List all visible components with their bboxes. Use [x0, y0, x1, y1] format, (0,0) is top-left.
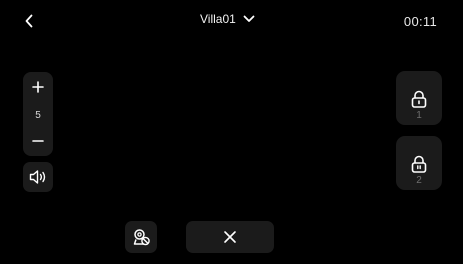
chevron-left-icon — [25, 14, 33, 28]
minus-icon — [32, 140, 44, 142]
lock-number: 1 — [416, 110, 422, 121]
back-button[interactable] — [20, 11, 38, 31]
lock-icon — [411, 90, 427, 108]
close-icon — [224, 231, 236, 243]
unlock-button-2[interactable]: 2 — [396, 136, 442, 190]
zoom-in-button[interactable] — [23, 78, 53, 96]
unlock-button-1[interactable]: 1 — [396, 71, 442, 125]
camera-off-icon — [133, 229, 150, 246]
lock-icon — [411, 155, 427, 173]
device-selector[interactable]: Villa01 — [200, 9, 256, 29]
chevron-down-icon — [243, 13, 256, 26]
zoom-out-button[interactable] — [23, 132, 53, 150]
device-title: Villa01 — [200, 12, 236, 26]
plus-icon — [32, 81, 44, 93]
call-timer: 00:11 — [403, 14, 437, 29]
lock-number: 2 — [416, 175, 422, 186]
zoom-level: 5 — [35, 110, 41, 121]
speaker-icon — [29, 170, 46, 184]
zoom-control: 5 — [23, 72, 53, 156]
camera-toggle-button[interactable] — [125, 221, 157, 253]
speaker-button[interactable] — [23, 162, 53, 192]
hangup-button[interactable] — [186, 221, 274, 253]
